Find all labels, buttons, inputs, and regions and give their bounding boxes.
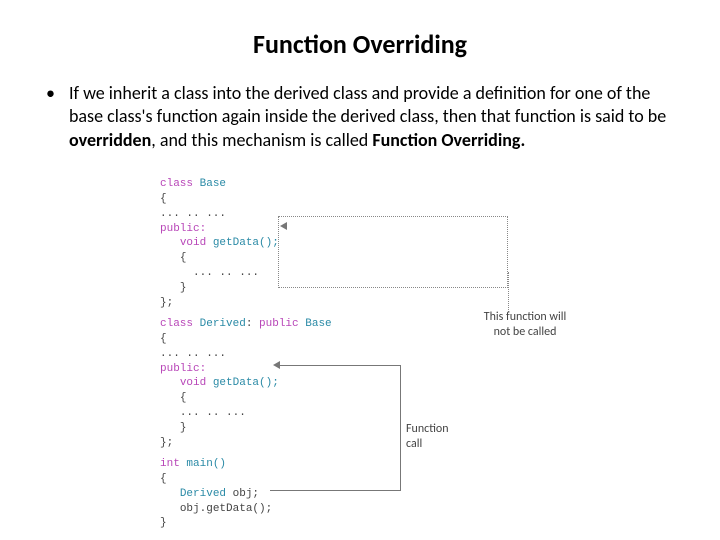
dotted-vline: [508, 272, 509, 312]
kw-class-1: class: [160, 178, 193, 190]
annotation-function-call: Function call: [406, 422, 466, 451]
colon: :: [246, 318, 259, 330]
base-class-code: class Base { ... .. ... public: void get…: [160, 162, 279, 310]
dots: ... .. ...: [193, 267, 259, 279]
brace: {: [160, 193, 167, 205]
brace: {: [180, 392, 187, 404]
bullet-item: • If we inherit a class into the derived…: [46, 82, 682, 152]
kw-public-1: public:: [160, 223, 206, 235]
kw-void-2: void: [180, 377, 206, 389]
connector-h2: [280, 365, 400, 366]
fn-main: main(): [180, 458, 226, 470]
dots: ... .. ...: [160, 348, 226, 360]
bullet-dot: •: [46, 82, 55, 152]
bullet-bold-overridden: overridden: [69, 129, 151, 151]
connector-h1: [270, 490, 400, 491]
bullet-mid: , and this mechanism is called: [151, 129, 372, 151]
bullet-text: If we inherit a class into the derived c…: [69, 82, 682, 152]
kw-public-inh: public: [259, 318, 299, 330]
type-derived: Derived: [193, 318, 246, 330]
slide-title: Function Overriding: [38, 28, 682, 60]
kw-int: int: [160, 458, 180, 470]
bullet-bold-function-overriding: Function Overriding.: [372, 129, 525, 151]
fn-getdata-2: getData();: [206, 377, 279, 389]
brace: }: [180, 282, 187, 294]
dots: ... .. ...: [160, 208, 226, 220]
main-code: int main() { Derived obj; obj.getData();…: [160, 442, 272, 531]
type-base: Base: [193, 178, 226, 190]
dots: ... .. ...: [180, 407, 246, 419]
connector-v: [400, 365, 401, 491]
code-diagram: class Base { ... .. ... public: void get…: [130, 162, 590, 502]
kw-class-2: class: [160, 318, 193, 330]
obj-call: obj.getData();: [180, 503, 272, 515]
brace: {: [160, 333, 167, 345]
brace: {: [180, 252, 187, 264]
dotted-connector-base: [278, 216, 508, 288]
fn-getdata-1: getData();: [206, 237, 279, 249]
bullet-prefix: If we inherit a class into the derived c…: [69, 82, 666, 127]
brace: }: [160, 517, 167, 529]
brace: }: [180, 422, 187, 434]
obj-decl: obj;: [226, 488, 259, 500]
type-derived-obj: Derived: [180, 488, 226, 500]
type-base-2: Base: [299, 318, 332, 330]
arrow-head-base: [280, 222, 287, 230]
brace: {: [160, 473, 167, 485]
kw-void-1: void: [180, 237, 206, 249]
annotation-not-called: This function will not be called: [480, 310, 570, 339]
kw-public-2: public:: [160, 363, 206, 375]
arrow-head-derived: [273, 361, 280, 369]
derived-class-code: class Derived: public Base { ... .. ... …: [160, 302, 332, 450]
